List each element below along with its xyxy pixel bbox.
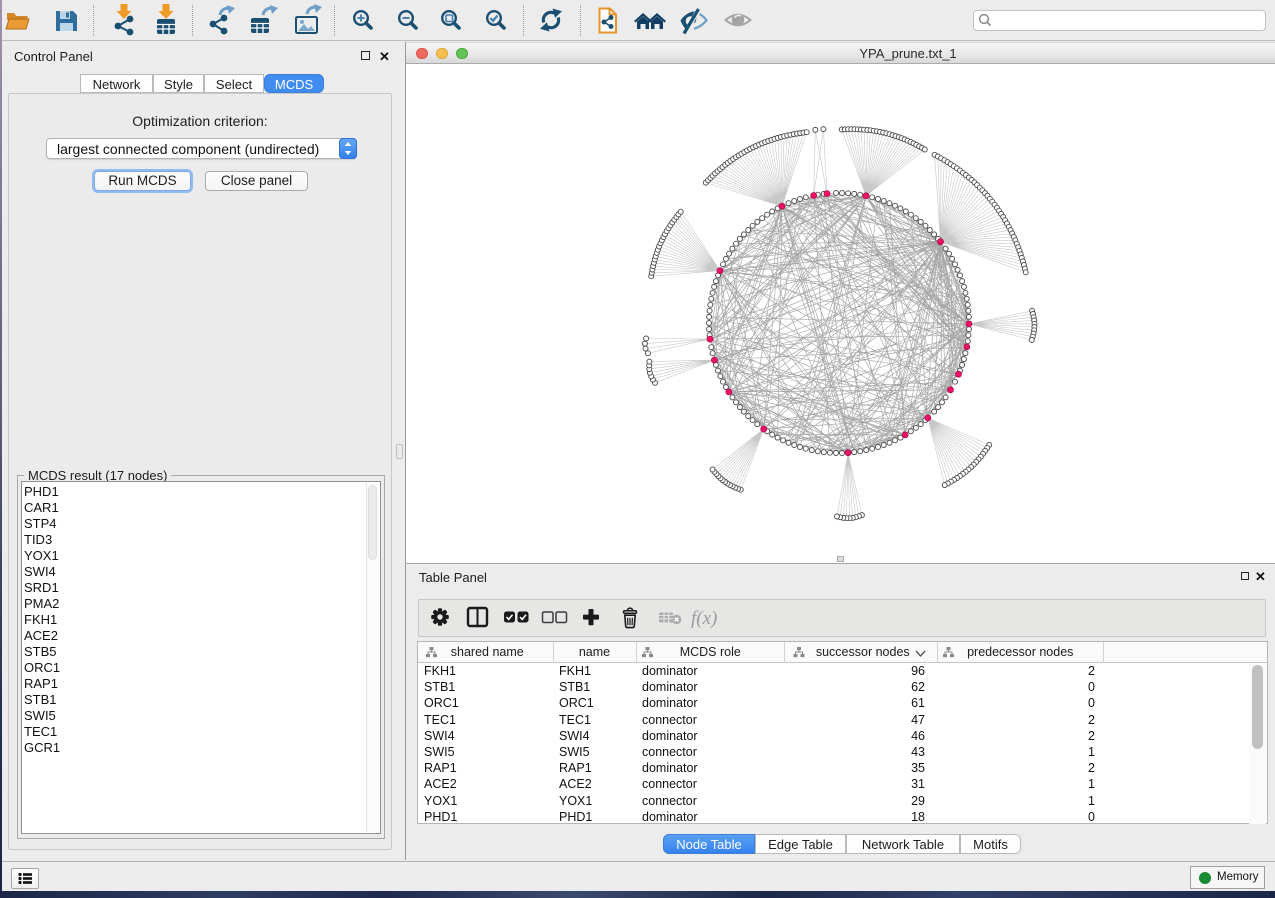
svg-text:f(x): f(x) bbox=[691, 608, 717, 629]
